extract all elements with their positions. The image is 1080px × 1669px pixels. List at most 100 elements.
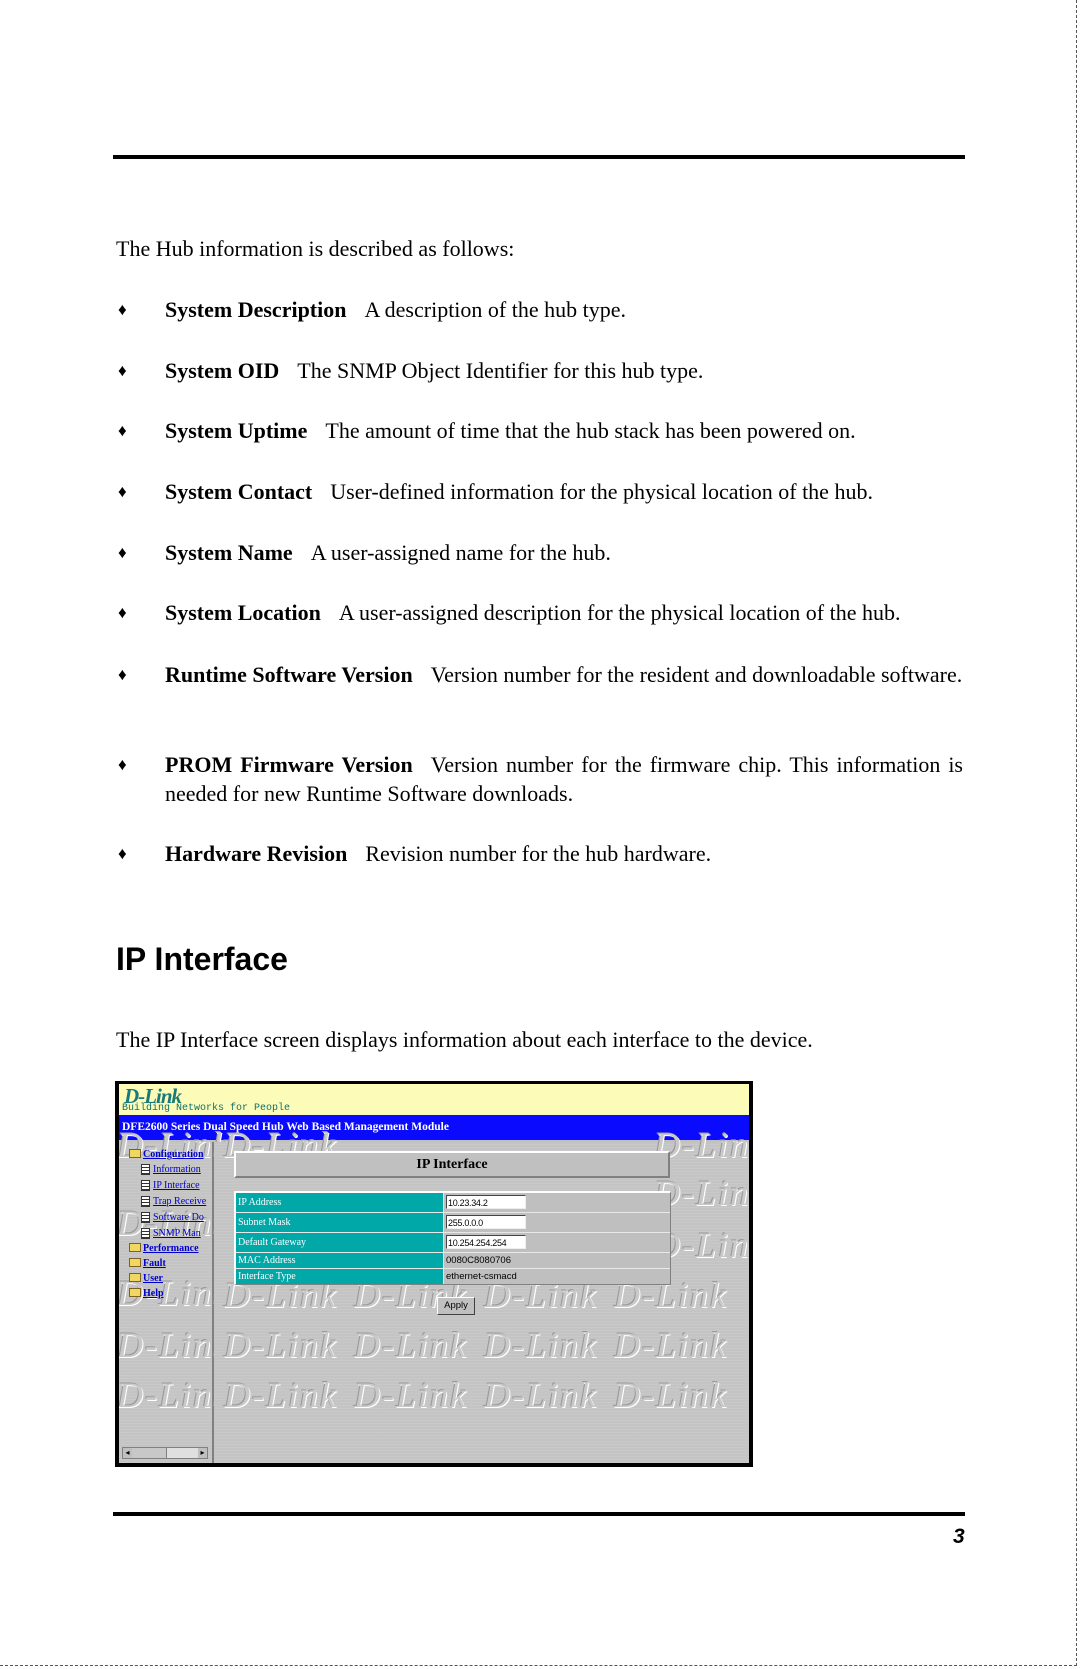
ip-interface-screenshot: D-Link Building Networks for People DFE2…	[115, 1081, 753, 1467]
bullet-desc: Version number for the resident and down…	[430, 662, 963, 687]
page-border-bottom	[0, 1665, 1077, 1666]
scroll-thumb[interactable]	[132, 1448, 167, 1458]
default-gateway-input[interactable]: 10.254.254.254	[446, 1235, 526, 1249]
nav-ip-interface[interactable]: IP Interface	[141, 1180, 200, 1192]
document-icon	[141, 1180, 150, 1192]
interface-type-value: ethernet-csmacd	[446, 1271, 517, 1282]
subnet-mask-label: Subnet Mask	[236, 1213, 444, 1232]
watermark: D-Link	[484, 1325, 598, 1365]
diamond-bullet-icon: ♦	[118, 603, 127, 622]
section-paragraph: The IP Interface screen displays informa…	[116, 1027, 813, 1052]
nav-user[interactable]: User	[129, 1273, 163, 1284]
bullet-item: ♦ System Location A user-assigned descrip…	[118, 598, 963, 627]
watermark: D-Link	[354, 1325, 468, 1365]
bullet-term: PROM Firmware Version	[165, 752, 413, 777]
nav-label: SNMP Man	[153, 1228, 201, 1239]
bullet-item: ♦ Runtime Software Version Version number…	[118, 660, 963, 689]
page-number: 3	[953, 1525, 965, 1548]
apply-button[interactable]: Apply	[437, 1297, 475, 1315]
footer-rule	[113, 1512, 965, 1516]
bullet-desc: A user-assigned name for the hub.	[310, 540, 611, 565]
bullet-desc: A description of the hub type.	[364, 297, 626, 322]
page-border-right	[1076, 0, 1077, 1666]
bullet-item: ♦ System Contact User-defined information…	[118, 477, 963, 506]
bullet-term: Hardware Revision	[165, 841, 348, 866]
document-icon	[141, 1212, 150, 1224]
bullet-term: System Contact	[165, 479, 313, 504]
bullet-term: Runtime Software Version	[165, 662, 413, 687]
nav-label: Fault	[143, 1258, 166, 1269]
document-icon	[141, 1228, 150, 1240]
scroll-right-arrow-icon[interactable]: ▸	[198, 1448, 207, 1458]
diamond-bullet-icon: ♦	[118, 543, 127, 562]
bullet-desc: The SNMP Object Identifier for this hub …	[297, 358, 704, 383]
watermark: D-Link	[614, 1325, 728, 1365]
nav-label: Software Do	[153, 1212, 204, 1223]
nav-configuration[interactable]: Configuration	[129, 1149, 204, 1160]
document-icon	[141, 1196, 150, 1208]
scroll-left-arrow-icon[interactable]: ◂	[123, 1448, 132, 1458]
bullet-item: ♦ Hardware Revision Revision number for t…	[118, 839, 963, 868]
nav-label: Help	[143, 1288, 164, 1299]
nav-software-download[interactable]: Software Do	[141, 1212, 204, 1224]
nav-label: Information	[153, 1164, 201, 1175]
nav-trap-receivers[interactable]: Trap Receive	[141, 1196, 207, 1208]
diamond-bullet-icon: ♦	[118, 755, 127, 774]
nav-help[interactable]: Help	[129, 1288, 164, 1299]
intro-text: The Hub information is described as foll…	[116, 236, 515, 261]
bullet-item: ♦ System OID The SNMP Object Identifier f…	[118, 356, 963, 385]
panel-title: IP Interface	[234, 1151, 670, 1178]
bullet-desc: Revision number for the hub hardware.	[365, 841, 712, 866]
nav-information[interactable]: Information	[141, 1164, 201, 1176]
nav-frame: D-Link D-Link D-Link D-Link D-Link Confi…	[119, 1125, 229, 1463]
nav-label: Performance	[143, 1243, 199, 1254]
bullet-item: ♦ System Uptime The amount of time that t…	[118, 416, 963, 445]
content-frame: D-Link D-Link D-Link D-Link D-Link D-Lin…	[214, 1125, 749, 1463]
watermark: D-Link	[224, 1325, 338, 1365]
nav-performance[interactable]: Performance	[129, 1243, 199, 1254]
diamond-bullet-icon: ♦	[118, 361, 127, 380]
nav-label: Trap Receive	[153, 1196, 207, 1207]
section-heading: IP Interface	[116, 941, 288, 977]
default-gateway-label: Default Gateway	[236, 1233, 444, 1252]
bullet-item: ♦ System Name A user-assigned name for th…	[118, 538, 963, 567]
folder-open-icon	[129, 1149, 141, 1159]
dlink-tagline: Building Networks for People	[122, 1103, 291, 1114]
watermark: D-Link	[484, 1375, 598, 1415]
table-row: MAC Address 0080C8080706	[236, 1253, 670, 1269]
ip-interface-table: IP Address 10.23.34.2 Subnet Mask 255.0.…	[234, 1191, 671, 1285]
nav-snmp-manager[interactable]: SNMP Man	[141, 1228, 201, 1240]
nav-label: Configuration	[143, 1149, 204, 1160]
watermark: D-Link	[354, 1375, 468, 1415]
nav-fault[interactable]: Fault	[129, 1258, 166, 1269]
diamond-bullet-icon: ♦	[118, 482, 127, 501]
dlink-banner: D-Link Building Networks for People	[119, 1084, 749, 1115]
watermark: D-Link	[614, 1375, 728, 1415]
ip-address-input[interactable]: 10.23.34.2	[446, 1195, 526, 1209]
bullet-desc: The amount of time that the hub stack ha…	[325, 418, 856, 443]
diamond-bullet-icon: ♦	[118, 844, 127, 863]
table-row: Interface Type ethernet-csmacd	[236, 1269, 670, 1284]
nav-horizontal-scrollbar[interactable]: ◂ ▸	[122, 1447, 208, 1459]
nav-label: User	[143, 1273, 163, 1284]
mac-address-value: 0080C8080706	[446, 1255, 511, 1266]
bullet-desc: User-defined information for the physica…	[330, 479, 873, 504]
mac-address-label: MAC Address	[236, 1253, 444, 1268]
folder-icon	[129, 1288, 141, 1298]
bullet-term: System Description	[165, 297, 347, 322]
bullet-term: System Uptime	[165, 418, 308, 443]
interface-type-label: Interface Type	[236, 1269, 444, 1284]
nav-label: IP Interface	[153, 1180, 200, 1191]
header-rule	[113, 155, 965, 159]
ip-address-label: IP Address	[236, 1193, 444, 1212]
table-row: IP Address 10.23.34.2	[236, 1193, 670, 1213]
diamond-bullet-icon: ♦	[118, 421, 127, 440]
bullet-desc: A user-assigned description for the phys…	[338, 600, 901, 625]
table-row: Default Gateway 10.254.254.254	[236, 1233, 670, 1253]
folder-icon	[129, 1243, 141, 1253]
bullet-item: ♦ PROM Firmware Version Version number fo…	[118, 750, 963, 808]
folder-icon	[129, 1258, 141, 1268]
diamond-bullet-icon: ♦	[118, 665, 127, 684]
subnet-mask-input[interactable]: 255.0.0.0	[446, 1215, 526, 1229]
bullet-item: ♦ System Description A description of the…	[118, 295, 963, 324]
